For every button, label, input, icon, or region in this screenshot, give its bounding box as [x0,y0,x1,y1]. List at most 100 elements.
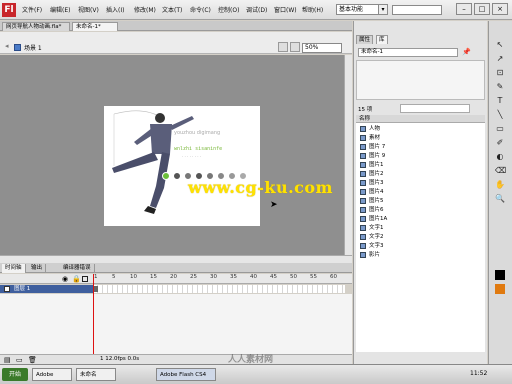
fill-color-swatch[interactable] [495,284,505,294]
menu-text[interactable]: 文本(T) [162,5,182,14]
ruler-tick-1: 1 [94,274,98,280]
pin-icon[interactable]: 📌 [462,48,471,56]
stage-watermark-text: www.cg-ku.com [188,178,333,197]
list-item[interactable]: 图片5 [360,197,384,205]
menu-modify[interactable]: 修改(M) [134,5,156,14]
text-tool-icon[interactable]: T [495,96,505,106]
list-item[interactable]: 图片4 [360,188,384,196]
taskbar-app-3[interactable]: 未命名 [76,368,116,381]
tab-timeline[interactable]: 时间轴 [2,264,26,273]
menu-edit[interactable]: 编辑(E) [50,5,70,14]
keyframe[interactable] [94,286,98,292]
line-tool-icon[interactable]: ╲ [495,110,505,120]
minimize-button[interactable]: – [456,3,472,15]
new-folder-icon[interactable]: ▭ [16,356,23,364]
pen-tool-icon[interactable]: ✎ [495,82,505,92]
hand-tool-icon[interactable]: ✋ [495,180,505,190]
close-button[interactable]: × [492,3,508,15]
taskbar-app-2[interactable]: Adobe Flash CS4 [156,368,216,381]
timeline-footer [0,354,352,364]
taskbar-app-1[interactable]: Adobe [32,368,72,381]
mouse-cursor-icon: ➤ [270,200,278,210]
ruler-tick-55: 55 [310,274,317,280]
subselection-tool-icon[interactable]: ↗ [495,54,505,64]
menu-window[interactable]: 窗口(W) [274,5,297,14]
list-item-label: 图片1A [369,216,388,222]
pencil-tool-icon[interactable]: ✐ [495,138,505,148]
outline-icon[interactable] [82,276,88,282]
library-preview [356,60,485,100]
rectangle-tool-icon[interactable]: ▭ [495,124,505,134]
horizontal-scrollbar[interactable] [0,255,352,263]
delete-layer-icon[interactable]: 🗑 [28,356,37,364]
selection-tool-icon[interactable]: ↖ [495,40,505,50]
svg-text:· · · · · · · ·: · · · · · · · · [182,154,201,159]
maximize-button[interactable]: □ [474,3,490,15]
list-item-label: 图片 9 [369,153,386,159]
list-item[interactable]: 图片 9 [360,152,385,160]
zoom-tool-icon[interactable]: 🔍 [495,194,505,204]
nav-dot-2[interactable] [173,172,181,180]
tab-properties[interactable]: 属性 [356,35,374,44]
tab-output[interactable]: 输出 [28,264,47,273]
chevron-down-icon[interactable]: ▾ [378,4,388,15]
library-document-select[interactable]: 未命名-1 [358,48,458,57]
back-arrow-icon[interactable]: ◂ [5,42,9,50]
playhead[interactable] [93,274,94,354]
list-item[interactable]: 影片 [360,251,380,259]
nav-dot-1[interactable] [162,172,170,180]
scene-label[interactable]: 场景 1 [24,43,42,52]
ruler-tick-10: 10 [130,274,137,280]
list-item[interactable]: 图片1A [360,215,387,223]
list-item[interactable]: 图片2 [360,170,384,178]
frames-row[interactable] [93,285,345,293]
zoom-select[interactable]: 50% [302,43,342,53]
menu-file[interactable]: 文件(F) [22,5,42,14]
ruler-tick-45: 45 [270,274,277,280]
list-item[interactable]: 图片6 [360,206,384,214]
menu-commands[interactable]: 命令(C) [190,5,211,14]
library-column-name[interactable]: 名称 [356,115,485,123]
list-item[interactable]: 图片1 [360,161,384,169]
list-item[interactable]: 图片 7 [360,143,385,151]
doc-tab-1[interactable]: 网页导航人物动画.fla* [2,22,70,31]
eye-icon[interactable]: ◉ [62,275,68,283]
menu-control[interactable]: 控制(O) [218,5,239,14]
stroke-color-swatch[interactable] [495,270,505,280]
free-transform-tool-icon[interactable]: ⊡ [495,68,505,78]
new-layer-icon[interactable]: ▤ [4,356,11,364]
list-item[interactable]: 文字3 [360,242,384,250]
library-search-input[interactable] [400,104,470,113]
timeline-status: 1 12.0fps 0.0s [100,356,140,362]
ruler-tick-60: 60 [330,274,337,280]
stage-canvas[interactable]: youzhou digimang wnlzhi sisaninfe · · · … [104,106,260,226]
list-item[interactable]: 素材 [360,134,380,142]
menu-help[interactable]: 帮助(H) [302,5,323,14]
list-item-label: 图片 7 [369,144,386,150]
start-button[interactable]: 开始 [2,368,28,381]
workspace-select[interactable]: 基本功能 [336,4,380,15]
list-item[interactable]: 人物 [360,125,380,133]
search-input[interactable] [392,5,442,15]
svg-text:youzhou digimang: youzhou digimang [174,130,220,136]
lock-icon[interactable]: 🔒 [72,275,81,283]
doc-tab-2[interactable]: 未命名-1* [72,22,118,31]
tab-library[interactable]: 库 [376,35,388,44]
edit-symbol-icon[interactable] [290,42,300,52]
symbol-icon [360,161,366,168]
tab-compiler-errors[interactable]: 编译器错误 [60,264,95,273]
eraser-tool-icon[interactable]: ⌫ [495,166,506,176]
timeline-tab-bar [0,263,352,273]
ruler-tick-15: 15 [150,274,157,280]
paint-bucket-tool-icon[interactable]: ◐ [495,152,505,162]
layer-row[interactable]: 图层 1 [0,285,93,293]
vertical-scrollbar[interactable] [344,55,352,255]
menu-insert[interactable]: 插入(I) [106,5,124,14]
edit-scene-icon[interactable] [278,42,288,52]
list-item[interactable]: 文字2 [360,233,384,241]
menu-view[interactable]: 视图(V) [78,5,99,14]
list-item[interactable]: 文字1 [360,224,384,232]
list-item[interactable]: 图片3 [360,179,384,187]
library-item-count: 15 项 [358,107,373,113]
menu-debug[interactable]: 调试(D) [246,5,267,14]
